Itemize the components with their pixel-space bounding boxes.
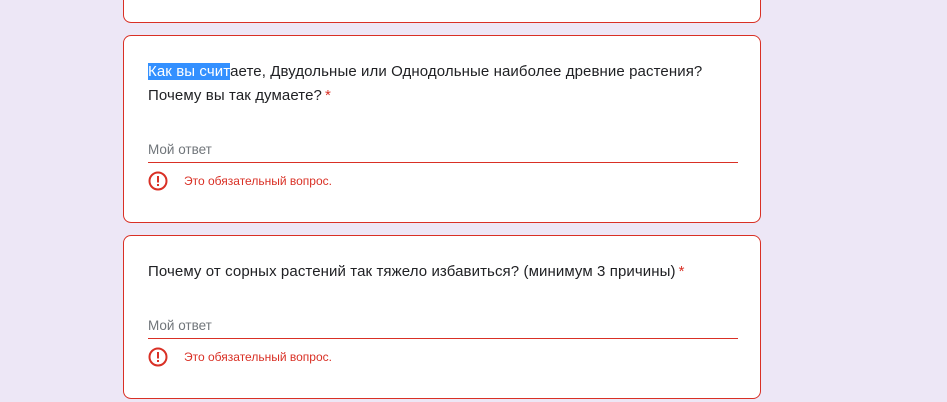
alert-circle-icon bbox=[148, 347, 168, 367]
error-message: Это обязательный вопрос. bbox=[148, 171, 332, 191]
error-text: Это обязательный вопрос. bbox=[184, 174, 332, 188]
question-title: Как вы считаете, Двудольные или Однодоль… bbox=[148, 60, 740, 108]
error-message: Это обязательный вопрос. bbox=[148, 347, 332, 367]
previous-question-card bbox=[123, 0, 761, 23]
error-text: Это обязательный вопрос. bbox=[184, 350, 332, 364]
question-card: Как вы считаете, Двудольные или Однодоль… bbox=[123, 35, 761, 223]
question-text: Почему от сорных растений так тяжело изб… bbox=[148, 263, 676, 280]
answer-input[interactable]: Мой ответ bbox=[148, 314, 738, 339]
alert-circle-icon bbox=[148, 171, 168, 191]
question-card: Почему от сорных растений так тяжело изб… bbox=[123, 235, 761, 399]
required-asterisk: * bbox=[678, 263, 685, 280]
question-text: аете, Двудольные или Однодольные наиболе… bbox=[148, 63, 703, 104]
required-asterisk: * bbox=[324, 87, 331, 104]
selected-text: Как вы счит bbox=[148, 63, 231, 80]
question-title: Почему от сорных растений так тяжело изб… bbox=[148, 260, 740, 284]
answer-input[interactable]: Мой ответ bbox=[148, 138, 738, 163]
